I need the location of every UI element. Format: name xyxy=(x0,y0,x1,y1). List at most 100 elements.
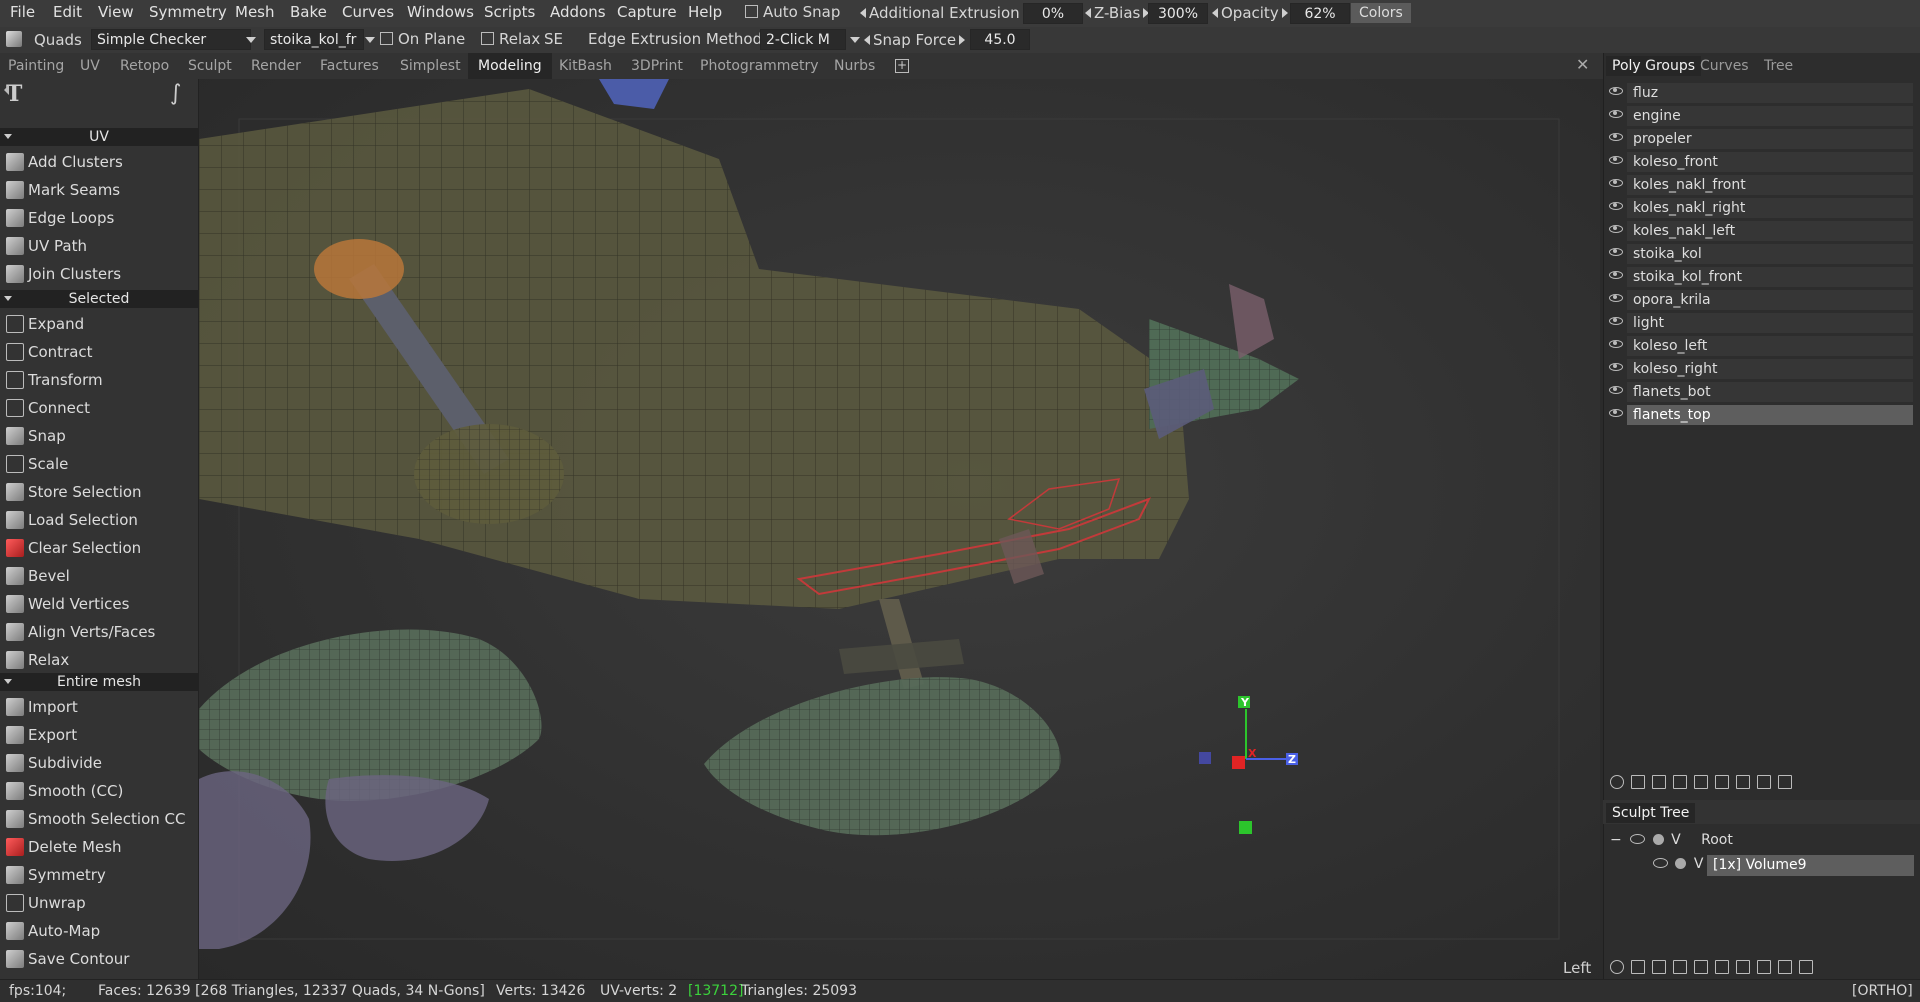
menu-capture[interactable]: Capture xyxy=(617,3,677,21)
snap-force-field[interactable]: 45.0 xyxy=(970,29,1030,50)
visibility-v-label[interactable]: V xyxy=(1694,856,1704,872)
add-icon[interactable] xyxy=(1631,960,1645,974)
tab-kitbash[interactable]: KitBash xyxy=(559,58,612,74)
quads-label[interactable]: Quads xyxy=(34,31,82,49)
merge-icon[interactable] xyxy=(1694,775,1708,789)
copy-icon[interactable] xyxy=(1715,960,1729,974)
eye-icon[interactable] xyxy=(1609,87,1623,95)
tool-snap[interactable]: Snap xyxy=(0,423,198,449)
tool-delete-mesh[interactable]: Delete Mesh xyxy=(0,834,198,860)
close-icon[interactable]: ✕ xyxy=(1576,55,1589,74)
eye-icon[interactable] xyxy=(1609,409,1623,417)
eye-icon[interactable] xyxy=(1609,386,1623,394)
edge-extrusion-dropdown[interactable]: 2-Click M xyxy=(760,29,846,50)
menu-addons[interactable]: Addons xyxy=(550,3,606,21)
menu-mesh[interactable]: Mesh xyxy=(235,3,275,21)
eye-icon[interactable] xyxy=(1609,110,1623,118)
tool-export[interactable]: Export xyxy=(0,722,198,748)
poly-group-row[interactable]: flanets_bot xyxy=(1605,382,1915,403)
add-tab-icon[interactable]: + xyxy=(895,59,909,73)
poly-group-row[interactable]: light xyxy=(1605,313,1915,334)
view-toggle-icon[interactable] xyxy=(1239,821,1252,834)
eye-icon[interactable] xyxy=(1609,133,1623,141)
poly-group-row[interactable]: propeler xyxy=(1605,129,1915,150)
eye-icon[interactable] xyxy=(1609,156,1623,164)
auto-snap-checkbox[interactable]: Auto Snap xyxy=(745,3,840,21)
eye-icon[interactable] xyxy=(1609,363,1623,371)
sphere-icon[interactable] xyxy=(1675,858,1687,869)
lightbulb-icon[interactable] xyxy=(1736,960,1750,974)
curve-tool-icon[interactable]: ∫ xyxy=(170,81,181,106)
duplicate-icon[interactable] xyxy=(1652,775,1666,789)
tool-unwrap[interactable]: Unwrap xyxy=(0,890,198,916)
tool-clear-selection[interactable]: Clear Selection xyxy=(0,535,198,561)
menu-windows[interactable]: Windows xyxy=(407,3,474,21)
sphere-icon[interactable] xyxy=(1652,834,1664,845)
merge-icon[interactable] xyxy=(1694,960,1708,974)
decrease-arrow-icon[interactable] xyxy=(1085,8,1091,18)
poly-group-row[interactable]: koleso_right xyxy=(1605,359,1915,380)
sphere-icon[interactable] xyxy=(1673,960,1687,974)
increase-arrow-icon[interactable] xyxy=(959,35,966,45)
tool-contract[interactable]: Contract xyxy=(0,339,198,365)
tool-bevel[interactable]: Bevel xyxy=(0,563,198,589)
tab-poly-groups[interactable]: Poly Groups xyxy=(1606,56,1702,76)
tab-modeling[interactable]: Modeling xyxy=(468,53,552,79)
table-icon[interactable] xyxy=(1736,775,1750,789)
eye-icon[interactable] xyxy=(1609,248,1623,256)
chevron-down-icon[interactable] xyxy=(850,37,860,43)
menu-curves[interactable]: Curves xyxy=(342,3,394,21)
additional-extrusion-control[interactable]: Additional Extrusion xyxy=(860,4,1029,22)
checker-dropdown[interactable]: Simple Checker xyxy=(91,29,251,50)
eye-icon[interactable] xyxy=(1630,834,1646,844)
poly-group-row[interactable]: stoika_kol xyxy=(1605,244,1915,265)
tool-expand[interactable]: Expand xyxy=(0,311,198,337)
chevron-down-icon[interactable] xyxy=(246,37,256,43)
poly-group-row[interactable]: opora_krila xyxy=(1605,290,1915,311)
tool-connect[interactable]: Connect xyxy=(0,395,198,421)
view-cube-icon[interactable] xyxy=(1199,752,1211,764)
tool-edge-loops[interactable]: Edge Loops xyxy=(0,205,198,231)
poly-group-row[interactable]: fluz xyxy=(1605,83,1915,104)
poly-group-row[interactable]: koles_nakl_left xyxy=(1605,221,1915,242)
tool-align-verts-faces[interactable]: Align Verts/Faces xyxy=(0,619,198,645)
table-icon[interactable] xyxy=(1757,960,1771,974)
eye-icon[interactable] xyxy=(1653,858,1668,868)
grid-icon[interactable] xyxy=(1673,775,1687,789)
zbias-control[interactable]: Z-Bias xyxy=(1085,4,1150,22)
eye-icon[interactable] xyxy=(1609,294,1623,302)
menu-file[interactable]: File xyxy=(10,3,35,21)
eye-icon[interactable] xyxy=(1609,179,1623,187)
volume-layer[interactable]: [1x] Volume9 xyxy=(1707,855,1914,876)
menu-symmetry[interactable]: Symmetry xyxy=(149,3,227,21)
lightbulb-icon[interactable] xyxy=(1715,775,1729,789)
opacity-field[interactable]: 62% xyxy=(1290,3,1350,24)
search-icon[interactable] xyxy=(1610,960,1624,974)
3d-viewport[interactable]: Y X Z Left xyxy=(199,79,1600,979)
tool-scale[interactable]: Scale xyxy=(0,451,198,477)
additional-extrusion-field[interactable]: 0% xyxy=(1023,3,1083,24)
search-icon[interactable] xyxy=(1610,775,1624,789)
poly-group-row[interactable]: koleso_front xyxy=(1605,152,1915,173)
tab-simplest[interactable]: Simplest xyxy=(400,58,461,74)
snap-force-control[interactable]: Snap Force xyxy=(864,31,966,49)
duplicate-icon[interactable] xyxy=(1652,960,1666,974)
poly-group-row[interactable]: koles_nakl_right xyxy=(1605,198,1915,219)
tree-root-row[interactable]: − V Root xyxy=(1610,832,1733,848)
eye-icon[interactable] xyxy=(1609,225,1623,233)
menu-view[interactable]: View xyxy=(98,3,134,21)
tab-sculpt[interactable]: Sculpt xyxy=(188,58,232,74)
poly-group-row[interactable]: engine xyxy=(1605,106,1915,127)
menu-scripts[interactable]: Scripts xyxy=(484,3,535,21)
export-icon[interactable] xyxy=(1757,775,1771,789)
section-entire-mesh[interactable]: Entire mesh xyxy=(0,673,198,691)
tool-auto-map[interactable]: Auto-Map xyxy=(0,918,198,944)
tool-add-clusters[interactable]: Add Clusters xyxy=(0,149,198,175)
tab-3dprint[interactable]: 3DPrint xyxy=(631,58,683,74)
tab-factures[interactable]: Factures xyxy=(320,58,379,74)
zbias-field[interactable]: 300% xyxy=(1148,3,1208,24)
tool-load-selection[interactable]: Load Selection xyxy=(0,507,198,533)
eye-icon[interactable] xyxy=(1609,202,1623,210)
tab-retopo[interactable]: Retopo xyxy=(120,58,169,74)
tool-transform[interactable]: Transform xyxy=(0,367,198,393)
